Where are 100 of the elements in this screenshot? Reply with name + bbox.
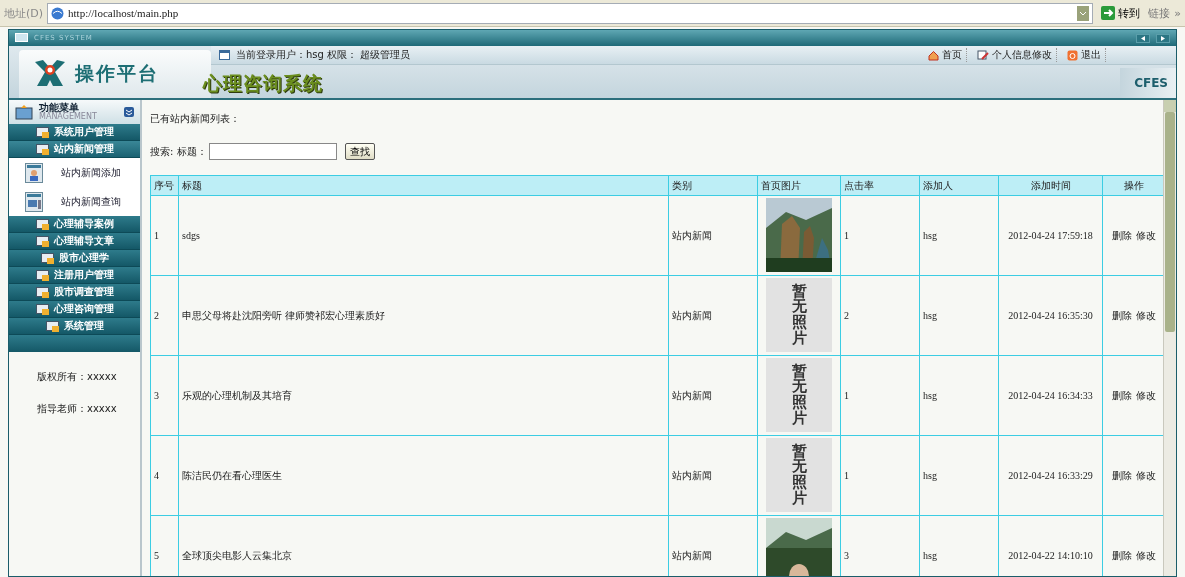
header-link[interactable]: 退出 bbox=[1063, 48, 1106, 62]
power-icon bbox=[1067, 49, 1078, 61]
right-arrow-button[interactable] bbox=[1156, 33, 1170, 43]
column-header: 首页图片 bbox=[757, 175, 841, 196]
table-cell: 乐观的心理机制及其培育 bbox=[178, 355, 669, 436]
folder-icon bbox=[35, 235, 49, 247]
folder-icon bbox=[35, 286, 49, 298]
table-cell: 2 bbox=[150, 275, 179, 356]
menu-item[interactable]: 心理辅导文章 bbox=[9, 233, 140, 250]
table-cell: 站内新闻 bbox=[668, 275, 758, 356]
dropdown-icon[interactable] bbox=[1077, 5, 1090, 21]
table-cell: 站内新闻 bbox=[668, 355, 758, 436]
scrollbar[interactable] bbox=[1163, 100, 1176, 576]
footer-text: 版权所有：xxxxx bbox=[36, 370, 118, 384]
submenu-item[interactable]: 站内新闻查询 bbox=[9, 187, 140, 216]
window-icon bbox=[219, 50, 230, 60]
action-link[interactable]: 修改 bbox=[1136, 549, 1156, 561]
no-photo-image: 暂无照片 bbox=[766, 358, 832, 432]
user-card-icon bbox=[25, 162, 43, 183]
right-arrow-icon bbox=[1161, 35, 1165, 41]
menu-item[interactable]: 注册用户管理 bbox=[9, 267, 140, 284]
no-photo-image: 暂无照片 bbox=[766, 278, 832, 352]
table-cell: hsg bbox=[919, 435, 999, 516]
action-link[interactable]: 修改 bbox=[1136, 229, 1156, 241]
column-header: 标题 bbox=[178, 175, 669, 196]
table-cell: 申思父母将赴沈阳旁听 律师赞祁宏心理素质好 bbox=[178, 275, 669, 356]
menu-item[interactable]: 系统用户管理 bbox=[9, 124, 140, 141]
menu-item[interactable]: 股市调查管理 bbox=[9, 284, 140, 301]
footer-text: 指导老师：xxxxx bbox=[36, 402, 118, 416]
column-header: 操作 bbox=[1102, 175, 1163, 196]
url-text: http://localhost/main.php bbox=[68, 7, 179, 19]
table-cell: 1 bbox=[840, 355, 920, 436]
folder-icon bbox=[35, 126, 49, 138]
search-label: 搜索: 标题： bbox=[150, 144, 207, 159]
action-link[interactable]: 删除 bbox=[1112, 229, 1132, 241]
submenu-item[interactable]: 站内新闻添加 bbox=[9, 158, 140, 187]
menu-item[interactable]: 股市心理学 bbox=[9, 250, 140, 267]
arrow-icon bbox=[1101, 6, 1116, 20]
action-link[interactable]: 修改 bbox=[1136, 469, 1156, 481]
table-cell: 2012-04-24 16:33:29 bbox=[998, 435, 1103, 516]
table-cell: 2012-04-24 16:34:33 bbox=[998, 355, 1103, 436]
action-link[interactable]: 修改 bbox=[1136, 389, 1156, 401]
logo-text: 操作平台 bbox=[75, 61, 159, 86]
column-header: 点击率 bbox=[840, 175, 920, 196]
action-link[interactable]: 删除 bbox=[1112, 309, 1132, 321]
table-cell: 2 bbox=[840, 275, 920, 356]
column-header: 添加时间 bbox=[998, 175, 1103, 196]
table-cell: 站内新闻 bbox=[668, 435, 758, 516]
table-cell: 2012-04-24 16:35:30 bbox=[998, 275, 1103, 356]
collapse-icon[interactable] bbox=[124, 107, 134, 117]
globe-icon bbox=[51, 6, 65, 20]
user-info: 当前登录用户：hsg 权限： 超级管理员 bbox=[236, 48, 411, 62]
notepad-icon bbox=[977, 49, 989, 61]
table-cell: 1 bbox=[840, 195, 920, 276]
table-cell: hsg bbox=[919, 195, 999, 276]
folder-icon bbox=[15, 104, 33, 120]
address-field[interactable]: http://localhost/main.php bbox=[47, 2, 1094, 24]
column-header: 添加人 bbox=[919, 175, 999, 196]
monitor-icon bbox=[15, 33, 28, 43]
table-cell: hsg bbox=[919, 275, 999, 356]
left-arrow-icon bbox=[1141, 35, 1145, 41]
system-title: 心理咨询系统 bbox=[203, 71, 323, 96]
folder-icon bbox=[45, 320, 59, 332]
column-header: 序号 bbox=[150, 175, 179, 196]
header-link[interactable]: 首页 bbox=[924, 48, 967, 62]
menu-item[interactable]: 系统管理 bbox=[9, 318, 140, 335]
table-cell: 站内新闻 bbox=[668, 195, 758, 276]
table-cell: 1 bbox=[150, 195, 179, 276]
menu-item[interactable]: 心理辅导案例 bbox=[9, 216, 140, 233]
folder-icon bbox=[35, 269, 49, 281]
menu-item[interactable]: 心理咨询管理 bbox=[9, 301, 140, 318]
action-link[interactable]: 删除 bbox=[1112, 389, 1132, 401]
table-cell: 5 bbox=[150, 515, 179, 576]
no-photo-image: 暂无照片 bbox=[766, 438, 832, 512]
brand-label: CFES bbox=[1120, 68, 1176, 98]
folder-icon bbox=[40, 252, 54, 264]
left-arrow-button[interactable] bbox=[1136, 33, 1150, 43]
folder-icon bbox=[35, 303, 49, 315]
menu-title: 功能菜单 bbox=[39, 103, 80, 113]
table-cell: hsg bbox=[919, 355, 999, 436]
action-link[interactable]: 修改 bbox=[1136, 309, 1156, 321]
find-button[interactable]: 查找 bbox=[344, 143, 375, 160]
house-icon bbox=[928, 49, 939, 61]
folder-icon bbox=[35, 218, 49, 230]
table-cell: 1 bbox=[840, 435, 920, 516]
table-cell: 2012-04-24 17:59:18 bbox=[998, 195, 1103, 276]
table-cell: 3 bbox=[150, 355, 179, 436]
action-link[interactable]: 删除 bbox=[1112, 469, 1132, 481]
menu-subtitle: MANAGEMENT bbox=[39, 113, 98, 121]
address-label: 地址(D) bbox=[4, 5, 44, 21]
action-link[interactable]: 删除 bbox=[1112, 549, 1132, 561]
column-header: 类别 bbox=[668, 175, 758, 196]
menu-item[interactable]: 站内新闻管理 bbox=[9, 141, 140, 158]
title-search-field[interactable] bbox=[208, 143, 337, 160]
go-button[interactable]: 转到 bbox=[1097, 5, 1145, 21]
monitor-card-icon bbox=[25, 191, 43, 212]
more-chevron[interactable]: » bbox=[1174, 6, 1181, 20]
links-label[interactable]: 链接 bbox=[1148, 5, 1171, 21]
header-link[interactable]: 个人信息修改 bbox=[973, 48, 1057, 62]
table-cell: 陈洁民仍在看心理医生 bbox=[178, 435, 669, 516]
